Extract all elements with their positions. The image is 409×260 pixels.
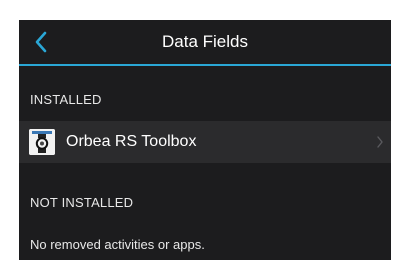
screenshot-frame: Data Fields INSTALLED Orbea RS Toolbox N… <box>0 0 409 260</box>
installed-section-header: INSTALLED <box>30 91 102 107</box>
page-title: Data Fields <box>162 32 248 51</box>
not-installed-section-header: NOT INSTALLED <box>30 194 134 210</box>
data-fields-screen: Data Fields INSTALLED Orbea RS Toolbox N… <box>19 20 391 260</box>
watch-app-icon <box>29 129 55 155</box>
empty-state-message: No removed activities or apps. <box>30 236 205 252</box>
chevron-left-icon <box>35 31 47 53</box>
chevron-right-icon <box>369 121 391 163</box>
list-item-orbea-rs-toolbox[interactable]: Orbea RS Toolbox <box>19 121 391 163</box>
nav-bar: Data Fields <box>19 20 391 66</box>
app-name-label: Orbea RS Toolbox <box>66 133 197 150</box>
back-button[interactable] <box>19 20 63 64</box>
